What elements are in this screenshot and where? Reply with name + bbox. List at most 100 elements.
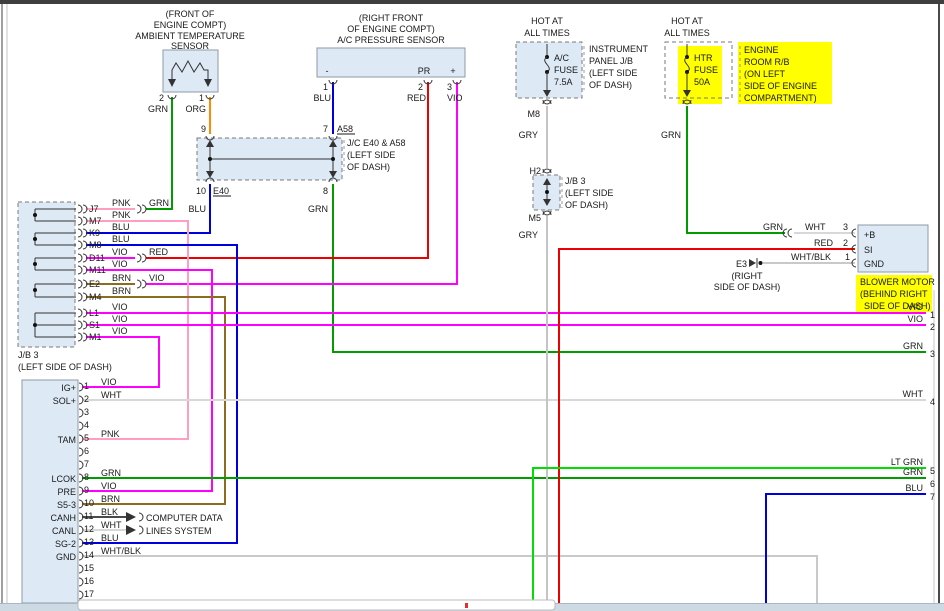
right-wire-label: GRN [903,467,923,477]
ambient-wire-org: ORG [185,104,206,114]
wire-red-to-blower-si [559,249,855,603]
jb3-row-id: M4 [89,292,102,302]
ecu-name: LCOK [51,474,76,484]
errb-hot2: ALL TIMES [664,28,710,38]
ecu-name: S5-3 [57,500,76,510]
blower-pin2: 2 [843,238,848,248]
jb3-row-color2: VIO [149,273,165,283]
ecu-pin: 5 [84,433,89,443]
ecu-name: SOL+ [53,396,76,406]
ecu-pin: 12 [84,524,94,534]
pressure-pin2: 2 [418,82,423,92]
jb3-row-color: VIO [112,247,128,257]
jb3-name2: (LEFT SIDE OF DASH) [18,362,112,372]
ecu-pin: 10 [84,498,94,508]
wire-ltgrn-to-right5 [533,468,926,603]
jb3-row-id: L1 [89,308,99,318]
jb3-row-id: S1 [89,320,100,330]
pressure-name: A/C PRESSURE SENSOR [337,35,445,45]
ambient-loc2: ENGINE COMPT) [154,20,227,30]
bottom-window-strip [0,600,944,611]
ecu-name: IG+ [61,383,76,393]
right-wire-label: GRN [903,341,923,351]
ipjb-name4: OF DASH) [589,80,632,90]
ecu-name: CANL [52,526,76,536]
jb3mid-name2: (LEFT SIDE [565,188,613,198]
jb3-row-color: VIO [112,326,128,336]
ambient-pin1: 1 [199,93,204,103]
jb3-row-color: BLU [112,234,130,244]
jb3-row-color: PNK [112,198,131,208]
jc-pin9: 9 [201,124,206,134]
ecu-pin: 16 [84,576,94,586]
ecu-color: BLK [101,507,118,517]
ipjb-name2: PANEL J/B [589,56,633,66]
jc-pin10: 10 [196,186,206,196]
ecu-color: VIO [101,481,117,491]
ipjb-m5: M5 [528,213,541,223]
ecu-pin: 9 [84,485,89,495]
pressure-wire2: RED [407,93,427,103]
jb3-row-color: BRN [112,273,131,283]
ecu-name: CANH [50,513,76,523]
jb3-row-id: M8 [89,240,102,250]
ecu-color: BLU [101,533,119,543]
right-pin: 7 [930,492,935,502]
errb-name3: (ON LEFT [744,69,786,79]
e3-label: E3 [736,259,747,269]
blower-name1: BLOWER MOTOR [860,277,935,287]
jb3-name1: J/B 3 [18,350,39,360]
errb-name4: SIDE OF ENGINE [744,81,817,91]
computer-data-arrows [126,512,143,535]
jb3-row-id: M7 [89,216,102,226]
ecu-pin: 11 [84,511,93,521]
ecu-name: TAM [58,435,76,445]
jc-wire10-blu: BLU [188,204,206,214]
ecu-color: PNK [101,429,120,439]
jb3mid-name1: J/B 3 [565,176,586,186]
wire-jc8-grn-to-right3 [333,184,926,352]
jb3-row-color: PNK [112,210,131,220]
wire-blu-to-right7 [766,494,926,603]
jb3-row-color: VIO [112,259,128,269]
errb-fuse2: FUSE [694,65,718,75]
jc-loc1: (LEFT SIDE [347,150,395,160]
ecu-color: VIO [101,377,117,387]
errb-name5: COMPARTMENT) [744,93,817,103]
ecu-pin: 13 [84,537,94,547]
pressure-pin3: 3 [447,82,452,92]
blower-pin1: 1 [845,252,850,262]
jb3-row-id: M11 [89,265,106,275]
jb3-row-color: BRN [112,286,131,296]
ecu-pins [79,383,83,611]
right-pin: 6 [930,479,935,489]
ipjb-gry1: GRY [519,130,538,140]
blower-terminal-gnd: GND [864,259,885,269]
ecu-pin: 17 [84,589,94,599]
ipjb-m8: M8 [527,109,540,119]
wire-htr-grn-to-blower [687,106,785,233]
jb3-row-id: M1 [89,332,102,342]
blower-terminal-b: +B [864,230,875,240]
wire-gnd-whtblk [82,556,817,603]
right-wire-label: WHT [903,389,924,399]
jb3-row-id: J7 [89,204,99,214]
errb-name2: ROOM R/B [744,57,790,67]
errb-hot1: HOT AT [671,16,703,26]
blower-whtblk: WHT/BLK [791,252,831,262]
blower-name2: (BEHIND RIGHT [860,289,928,299]
errb-fuse3: 50A [694,77,710,87]
ambient-sensor-box [163,50,218,92]
pressure-pr: PR [418,66,431,76]
jc-a58: A58 [337,124,353,134]
ecu-name: GND [56,552,77,562]
ipjb-name1: INSTRUMENT [589,44,648,54]
top-border [0,0,944,4]
jb3-row-id: D11 [89,253,105,263]
ecu-color: WHT [101,520,122,530]
bottom-popup-red-tick [465,603,468,608]
blower-grn: GRN [763,222,783,232]
ipjb-h2: H2 [529,166,541,176]
wiring-diagram-page: (FRONT OF ENGINE COMPT) AMBIENT TEMPERAT… [0,0,944,611]
blower-red: RED [814,238,834,248]
